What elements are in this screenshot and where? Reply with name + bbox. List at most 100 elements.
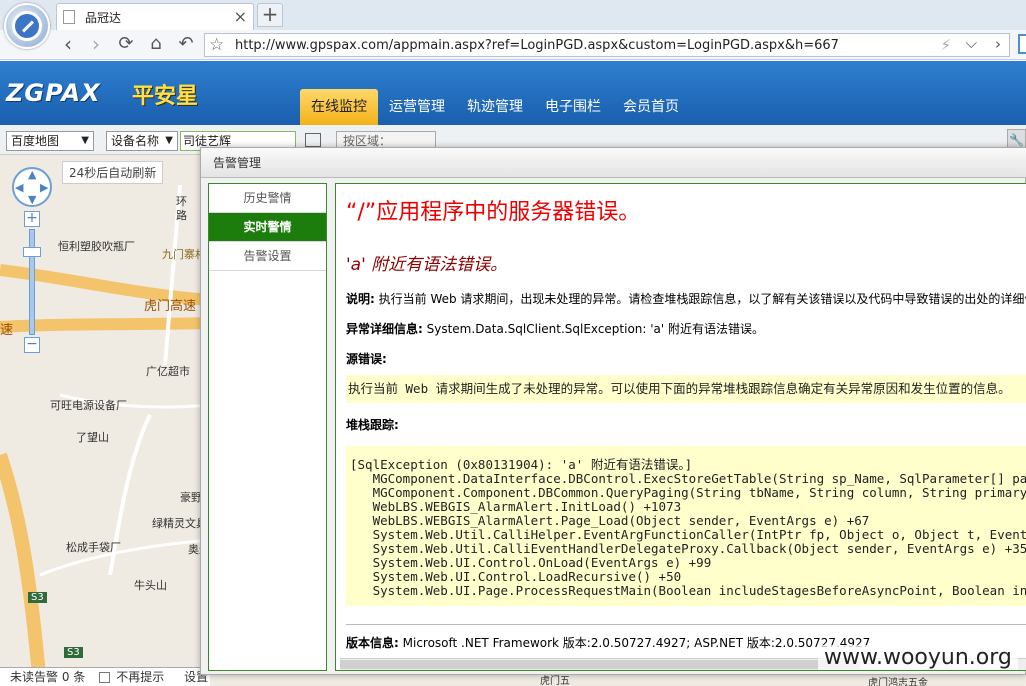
map-label: 广亿超市 [146, 365, 190, 378]
new-tab-button[interactable]: + [257, 3, 283, 27]
stack-trace-line: WebLBS.WEBGIS_AlarmAlert.InitLoad() +107… [350, 499, 682, 514]
home-icon[interactable]: ⌂ [144, 33, 168, 57]
page-icon [63, 10, 75, 24]
version-label: 版本信息: [346, 636, 399, 650]
chevron-down-icon[interactable]: ⌵ [966, 34, 977, 52]
pan-up-icon[interactable]: ▲ [28, 168, 36, 181]
back-icon[interactable]: ‹ [56, 33, 80, 57]
map-label: 速 [0, 323, 14, 338]
url-text[interactable]: http://www.gpspax.com/appmain.aspx?ref=L… [235, 38, 839, 53]
stack-trace-box: [SqlException (0x80131904): 'a' 附近有语法错误。… [346, 446, 1026, 606]
map-label: 路 [176, 209, 187, 222]
zoom-slider[interactable] [29, 229, 35, 335]
map-label: 虎门鸿志五金 [868, 678, 928, 686]
map-label: 牛头山 [134, 579, 167, 592]
pan-right-icon[interactable]: ▶ [40, 181, 48, 194]
map-label: 恒利塑胶吹瓶厂 [58, 240, 135, 253]
pan-down-icon[interactable]: ▼ [28, 193, 36, 206]
alarm-side-menu: 历史警情 实时警情 告警设置 [208, 183, 327, 671]
menu-history-alarms[interactable]: 历史警情 [209, 184, 326, 213]
address-bar[interactable]: ☆ http://www.gpspax.com/appmain.aspx?ref… [204, 33, 1010, 57]
menu-realtime-alarms[interactable]: 实时警情 [209, 213, 326, 242]
source-label: 源错误: [346, 352, 387, 366]
stack-label: 堆栈跟踪: [346, 418, 399, 432]
map-pan-control[interactable]: ▲ ▼ ◀ ▶ [12, 167, 52, 207]
close-tab-icon[interactable]: × [234, 7, 247, 26]
exception-label: 异常详细信息: [346, 322, 423, 336]
source-error-box: 执行当前 Web 请求期间生成了未处理的异常。可以使用下面的异常堆栈跟踪信息确定… [346, 375, 1026, 403]
stack-trace-line: [SqlException (0x80131904): 'a' 附近有语法错误。… [350, 457, 693, 472]
version-text: Microsoft .NET Framework 版本:2.0.50727.49… [398, 636, 871, 650]
map-label: 绿精灵文具 [152, 517, 207, 530]
unread-alarm-count: 未读告警 0 条 [10, 670, 86, 684]
nav-online-monitor[interactable]: 在线监控 [300, 89, 378, 125]
map-label: 了望山 [76, 431, 109, 444]
menu-alarm-settings[interactable]: 告警设置 [209, 242, 326, 271]
search-type-select[interactable]: 设备名称 ▼ [106, 131, 178, 151]
tab-title: 品冠达 [85, 11, 122, 25]
browser-nav-bar: ‹ › ⟳ ⌂ ↶ ☆ http://www.gpspax.com/appmai… [0, 30, 1026, 60]
scrollbar-thumb[interactable] [340, 660, 860, 669]
dropdown-arrow-icon: ▼ [165, 135, 173, 146]
stack-trace-line: System.Web.UI.Control.OnLoad(EventArgs e… [350, 555, 712, 570]
description-label: 说明: [346, 292, 375, 306]
main-nav: 在线监控 运营管理 轨迹管理 电子围栏 会员首页 [300, 89, 690, 125]
divider [346, 624, 1026, 625]
map-type-value: 百度地图 [11, 134, 60, 148]
pan-left-icon[interactable]: ◀ [15, 181, 23, 194]
nav-track[interactable]: 轨迹管理 [456, 89, 534, 125]
browser-logo-icon[interactable] [4, 3, 50, 49]
error-subtitle: 'a' 附近有语法错误。 [346, 255, 508, 275]
dropdown-arrow-icon: ▼ [81, 135, 89, 146]
map-type-select[interactable]: 百度地图 ▼ [6, 131, 94, 151]
browser-tab-bar: 品冠达 × + [0, 0, 1026, 30]
stack-trace-heading: 堆栈跟踪: [346, 416, 399, 433]
watermark: www.wooyun.org [818, 645, 1018, 670]
highway-shield: S3 [64, 647, 83, 658]
app-header: ZGPAX 平安星 在线监控 运营管理 轨迹管理 电子围栏 会员首页 [0, 61, 1026, 125]
zoom-slider-thumb[interactable] [23, 247, 41, 257]
brand-logo-cn: 平安星 [132, 84, 199, 109]
source-error-heading: 源错误: [346, 350, 387, 367]
description-text: 执行当前 Web 请求期间，出现未处理的异常。请检查堆栈跟踪信息，以了解有关该错… [374, 292, 1026, 306]
alarm-dialog: 告警管理 历史警情 实时警情 告警设置 “/”应用程序中的服务器错误。 'a' … [200, 147, 1026, 675]
map-label: 虎门高速 [144, 299, 197, 314]
stack-trace-line: MGComponent.Component.DBCommon.QueryPagi… [350, 485, 1026, 500]
zoom-in-button[interactable]: + [24, 211, 40, 227]
area-label: 按区域： [343, 134, 392, 148]
nav-geofence[interactable]: 电子围栏 [534, 89, 612, 125]
map-label: 松成手袋厂 [66, 541, 121, 554]
alarm-status-bar: 未读告警 0 条不再提示 设置 [0, 667, 210, 686]
go-icon[interactable]: › [995, 35, 1001, 53]
undo-icon[interactable]: ↶ [174, 33, 198, 57]
dialog-title[interactable]: 告警管理 [201, 148, 1026, 178]
list-icon[interactable] [305, 133, 321, 147]
nav-member-home[interactable]: 会员首页 [612, 89, 690, 125]
bookmark-star-icon[interactable]: ☆ [209, 35, 224, 55]
map-label: 可旺电源设备厂 [50, 399, 127, 412]
exception-text: System.Data.SqlClient.SqlException: 'a' … [422, 322, 765, 336]
no-prompt-checkbox[interactable] [99, 672, 111, 683]
nav-operations[interactable]: 运营管理 [378, 89, 456, 125]
refresh-icon[interactable]: ⟳ [114, 33, 138, 57]
no-prompt-label: 不再提示 [116, 670, 165, 684]
stack-trace-line: System.Web.UI.Control.LoadRecursive() +5… [350, 569, 682, 584]
stack-trace-line: System.Web.Util.CalliEventHandlerDelegat… [350, 541, 1026, 556]
map-label: 豪野 [180, 491, 202, 504]
stack-trace-line: System.Web.UI.Page.ProcessRequestMain(Bo… [350, 583, 1026, 598]
speed-mode-icon[interactable]: ⚡ [940, 36, 951, 54]
stack-trace-line: System.Web.Util.CalliHelper.EventArgFunc… [350, 527, 1026, 542]
forward-icon[interactable]: › [84, 33, 108, 57]
brand-logo: ZGPAX [6, 79, 101, 107]
highway-shield: S3 [28, 592, 47, 603]
stack-trace-line: MGComponent.DataInterface.DBControl.Exec… [350, 471, 1026, 486]
zoom-out-button[interactable]: − [24, 337, 40, 353]
browser-tab[interactable]: 品冠达 × [56, 3, 254, 30]
error-description: 说明: 执行当前 Web 请求期间，出现未处理的异常。请检查堆栈跟踪信息，以了解… [346, 290, 1026, 307]
stack-trace-line: WebLBS.WEBGIS_AlarmAlert.Page_Load(Objec… [350, 513, 870, 528]
error-title: “/”应用程序中的服务器错误。 [346, 200, 641, 225]
extension-button[interactable] [1018, 34, 1026, 54]
version-info: 版本信息: Microsoft .NET Framework 版本:2.0.50… [346, 634, 870, 651]
alarm-content-frame: “/”应用程序中的服务器错误。 'a' 附近有语法错误。 说明: 执行当前 We… [335, 183, 1026, 671]
search-type-value: 设备名称 [111, 134, 160, 148]
